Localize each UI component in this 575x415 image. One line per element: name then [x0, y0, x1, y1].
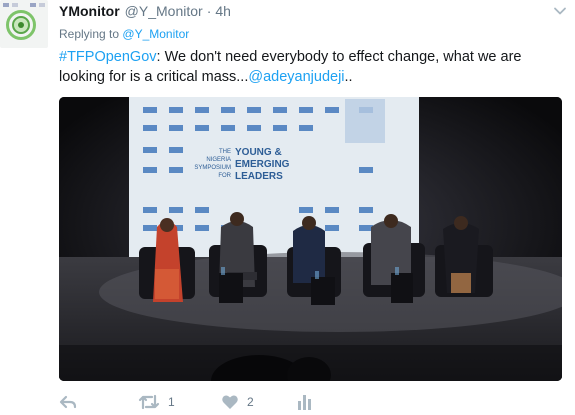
author-name[interactable]: YMonitor	[59, 3, 120, 19]
logo-mark	[3, 3, 9, 7]
tweet-card[interactable]: YMonitor @Y_Monitor · 4h Replying to @Y_…	[0, 0, 575, 415]
retweet-count: 1	[168, 395, 175, 409]
tweet-actions: 1 2	[59, 392, 359, 412]
avatar[interactable]	[0, 0, 48, 48]
more-options-button[interactable]	[551, 2, 569, 20]
banner-title: EMERGING	[235, 159, 290, 170]
banner-line: THE	[219, 149, 231, 155]
chevron-down-icon	[554, 7, 566, 15]
avatar-dot	[18, 22, 24, 28]
reply-icon	[59, 395, 77, 409]
tweet-header: YMonitor @Y_Monitor · 4h	[59, 3, 231, 23]
tweet-text-end: ..	[344, 69, 353, 85]
hashtag-link[interactable]: #TFPOpenGov	[59, 49, 157, 65]
analytics-icon	[298, 395, 311, 410]
replying-to-label: Replying to	[59, 27, 120, 41]
stage-photo: THE NIGERIA SYMPOSIUM FOR YOUNG & EMERGI…	[59, 97, 562, 381]
tweet-timestamp[interactable]: 4h	[215, 3, 231, 19]
heart-icon	[222, 395, 238, 409]
like-button[interactable]: 2	[221, 392, 254, 412]
banner-line: NIGERIA	[206, 157, 231, 163]
banner-line: SYMPOSIUM	[194, 165, 231, 171]
logo-mark	[39, 3, 45, 7]
tweet-text: #TFPOpenGov: We don't need everybody to …	[59, 47, 559, 87]
tweet-photo[interactable]: THE NIGERIA SYMPOSIUM FOR YOUNG & EMERGI…	[59, 97, 562, 381]
banner-title: LEADERS	[235, 171, 283, 182]
logo-mark	[12, 3, 18, 7]
analytics-button[interactable]	[297, 392, 313, 412]
like-count: 2	[247, 395, 254, 409]
banner-title: YOUNG &	[235, 147, 282, 158]
logo-mark	[30, 3, 36, 7]
author-handle[interactable]: @Y_Monitor	[125, 3, 203, 19]
retweet-icon	[138, 394, 160, 410]
banner-line: FOR	[218, 173, 231, 179]
header-separator: ·	[206, 3, 212, 19]
replying-to: Replying to @Y_Monitor	[59, 27, 189, 41]
mention-link[interactable]: @adeyanjudeji	[248, 69, 344, 85]
reply-button[interactable]	[59, 392, 77, 412]
replying-to-handle[interactable]: @Y_Monitor	[122, 27, 189, 41]
retweet-button[interactable]: 1	[138, 392, 175, 412]
